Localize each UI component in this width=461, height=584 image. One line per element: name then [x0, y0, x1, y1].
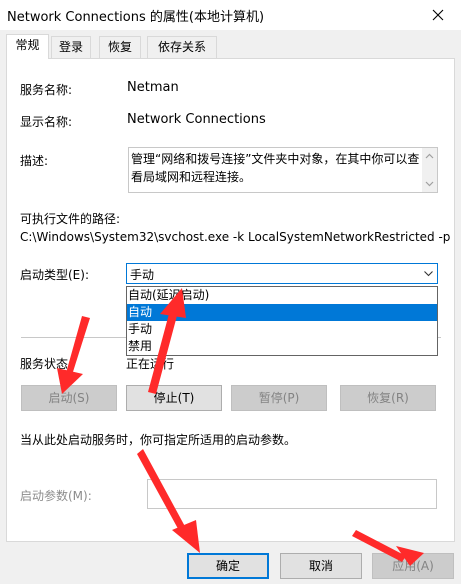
stop-button[interactable]: 停止(T)	[126, 385, 222, 411]
description-box[interactable]: 管理“网络和拨号连接”文件夹中对象，在其中你可以查看局域网和远程连接。	[128, 147, 438, 193]
ok-button[interactable]: 确定	[187, 553, 269, 579]
pause-button[interactable]: 暂停(P)	[231, 385, 327, 411]
start-params-hint: 当从此处启动服务时，你可指定所适用的启动参数。	[20, 433, 297, 447]
general-panel: 服务名称: Netman 显示名称: Network Connections 描…	[6, 58, 455, 542]
startup-type-dropdown[interactable]: 自动(延迟启动) 自动 手动 禁用	[126, 286, 438, 356]
start-params-input[interactable]	[147, 479, 437, 509]
description-text: 管理“网络和拨号连接”文件夹中对象，在其中你可以查看局域网和远程连接。	[131, 152, 420, 184]
option-auto[interactable]: 自动	[127, 304, 437, 321]
apply-button[interactable]: 应用(A)	[372, 553, 454, 579]
close-icon	[432, 9, 444, 21]
start-params-label: 启动参数(M):	[20, 489, 92, 503]
close-button[interactable]	[415, 0, 461, 30]
scroll-up-icon[interactable]	[425, 152, 434, 161]
chevron-down-icon	[424, 271, 433, 277]
startup-type-select[interactable]: 手动	[126, 263, 438, 284]
description-label: 描述:	[20, 154, 49, 168]
service-status-label: 服务状态:	[20, 357, 73, 371]
scroll-down-icon[interactable]	[425, 179, 434, 188]
option-disabled[interactable]: 禁用	[127, 338, 437, 355]
tab-dependencies[interactable]: 依存关系	[147, 36, 217, 58]
option-auto-delayed[interactable]: 自动(延迟启动)	[127, 287, 437, 304]
exe-path-label: 可执行文件的路径:	[20, 212, 121, 226]
tab-recovery[interactable]: 恢复	[99, 36, 141, 58]
tab-logon[interactable]: 登录	[51, 36, 91, 58]
start-button[interactable]: 启动(S)	[21, 385, 117, 411]
display-name-label: 显示名称:	[20, 115, 73, 129]
startup-type-value: 手动	[130, 268, 155, 282]
service-name-value: Netman	[127, 80, 179, 95]
cancel-button[interactable]: 取消	[280, 553, 362, 579]
display-name-value[interactable]: Network Connections	[127, 112, 266, 127]
description-scrollbar[interactable]	[422, 148, 437, 192]
title-bar: Network Connections 的属性(本地计算机)	[0, 0, 461, 30]
tab-general[interactable]: 常规	[6, 34, 49, 59]
exe-path-value: C:\Windows\System32\svchost.exe -k Local…	[20, 230, 450, 244]
resume-button[interactable]: 恢复(R)	[340, 385, 436, 411]
service-status-value: 正在运行	[126, 357, 175, 371]
startup-type-label: 启动类型(E):	[20, 268, 89, 282]
option-manual[interactable]: 手动	[127, 321, 437, 338]
window-title: Network Connections 的属性(本地计算机)	[7, 10, 265, 25]
service-name-label: 服务名称:	[20, 83, 73, 97]
